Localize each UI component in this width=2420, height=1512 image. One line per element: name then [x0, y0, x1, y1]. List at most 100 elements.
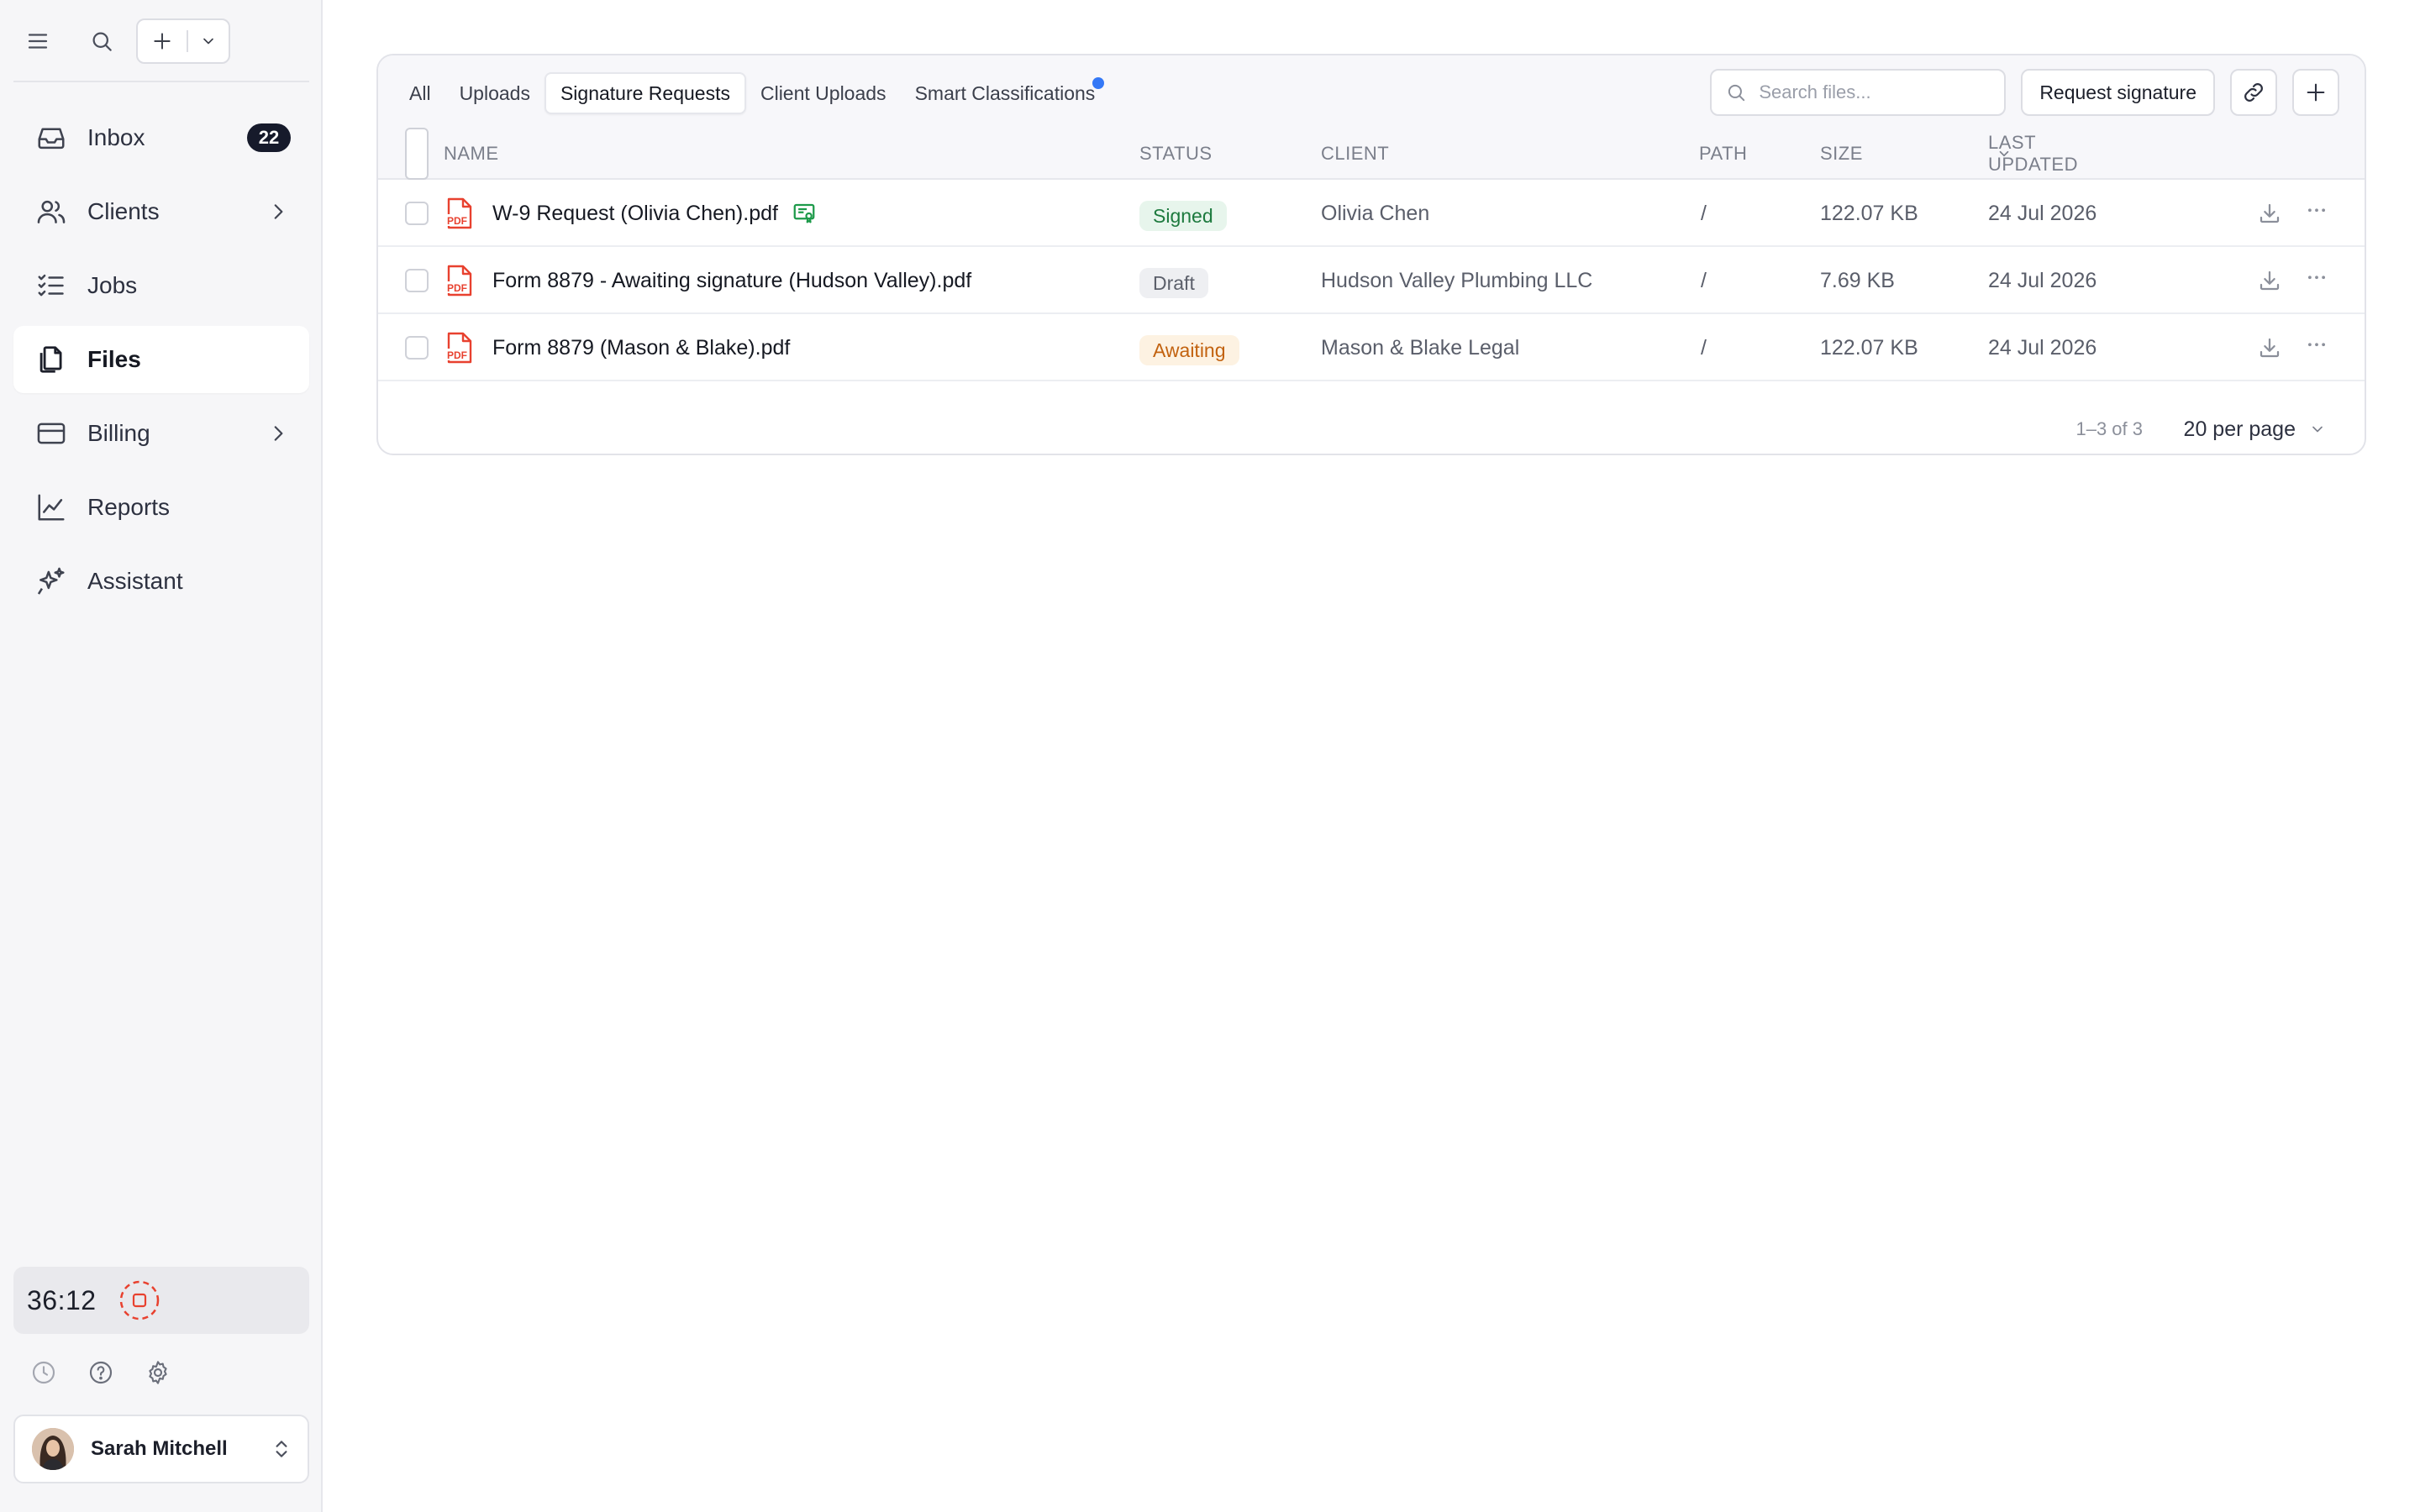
add-file-button[interactable] — [2292, 69, 2339, 116]
column-header-name[interactable]: NAME — [444, 128, 499, 180]
tab-all[interactable]: All — [395, 72, 445, 114]
sparkles-icon — [34, 564, 69, 599]
stop-icon — [119, 1280, 159, 1320]
per-page-value: 20 per page — [2183, 417, 2296, 441]
stop-timer-button[interactable] — [118, 1279, 160, 1321]
file-name[interactable]: W-9 Request (Olivia Chen).pdf — [492, 202, 778, 226]
sidebar-item-label: Assistant — [87, 568, 183, 594]
last-updated: 24 Jul 2026 — [1988, 268, 2097, 292]
sidebar-item-label: Billing — [87, 420, 150, 446]
file-size: 7.69 KB — [1820, 268, 1895, 292]
file-path: / — [1701, 268, 1707, 292]
sidebar-divider — [13, 81, 309, 82]
tab-label: Smart Classifications — [914, 81, 1096, 104]
table-row[interactable]: PDF W-9 Request (Olivia Chen).pdf Signed… — [378, 180, 2365, 247]
create-split-button — [136, 18, 230, 64]
row-checkbox[interactable] — [405, 336, 429, 360]
more-actions-button[interactable] — [2304, 314, 2329, 381]
column-header-client[interactable]: CLIENT — [1321, 128, 1389, 180]
pdf-file-icon: PDF — [445, 314, 474, 381]
last-updated: 24 Jul 2026 — [1988, 201, 2097, 225]
tab-uploads[interactable]: Uploads — [445, 72, 544, 114]
sidebar-item-assistant[interactable]: Assistant — [13, 548, 309, 615]
sidebar-item-inbox[interactable]: Inbox 22 — [13, 104, 309, 171]
search-box — [1710, 69, 2007, 116]
table-header: NAME STATUS CLIENT PATH SIZE LAST UPDATE… — [378, 128, 2365, 180]
chevron-down-icon — [2312, 426, 2323, 433]
more-actions-button[interactable] — [2304, 180, 2329, 247]
sidebar-item-label: Clients — [87, 198, 160, 224]
pdf-file-icon: PDF — [445, 247, 474, 314]
chart-line-icon — [34, 490, 69, 525]
table-row[interactable]: PDF Form 8879 (Mason & Blake).pdf Awaiti… — [378, 314, 2365, 381]
svg-text:PDF: PDF — [447, 215, 467, 227]
checklist-icon — [34, 268, 69, 303]
download-button[interactable] — [2257, 247, 2282, 314]
svg-text:PDF: PDF — [447, 282, 467, 294]
status-badge: Draft — [1139, 268, 1208, 298]
search-icon — [92, 32, 112, 51]
settings-button[interactable] — [139, 1354, 176, 1391]
tab-signature-requests[interactable]: Signature Requests — [544, 72, 746, 114]
client-name: Hudson Valley Plumbing LLC — [1321, 268, 1593, 292]
column-header-last-updated[interactable]: LAST UPDATED — [1988, 128, 2078, 180]
tab-smart-classifications[interactable]: Smart Classifications — [901, 72, 1110, 114]
table-pagination: 1–3 of 3 20 per page — [378, 403, 2365, 454]
sidebar-item-files[interactable]: Files — [13, 326, 309, 393]
sidebar-item-billing[interactable]: Billing — [13, 400, 309, 467]
copy-link-button[interactable] — [2230, 69, 2277, 116]
row-checkbox[interactable] — [405, 269, 429, 292]
table-row[interactable]: PDF Form 8879 - Awaiting signature (Huds… — [378, 247, 2365, 314]
download-button[interactable] — [2257, 180, 2282, 247]
users-icon — [34, 194, 69, 229]
column-header-path[interactable]: PATH — [1699, 128, 1747, 180]
more-horizontal-icon — [2308, 276, 2325, 280]
client-name: Mason & Blake Legal — [1321, 335, 1520, 360]
tab-client-uploads[interactable]: Client Uploads — [746, 72, 901, 114]
create-dropdown-button[interactable] — [188, 20, 229, 62]
menu-toggle-button[interactable] — [13, 17, 62, 66]
time-tracker: 36:12 — [13, 1267, 309, 1334]
search-button[interactable] — [77, 17, 126, 66]
sidebar-item-label: Jobs — [87, 272, 138, 298]
file-name[interactable]: Form 8879 - Awaiting signature (Hudson V… — [492, 269, 971, 293]
request-signature-button[interactable]: Request signature — [2021, 69, 2215, 116]
chevron-up-down-icon — [271, 1438, 292, 1460]
create-button[interactable] — [138, 20, 187, 62]
more-horizontal-icon — [2308, 208, 2325, 213]
row-checkbox[interactable] — [405, 202, 429, 225]
file-path: / — [1701, 335, 1707, 360]
sidebar-toolbar — [13, 13, 309, 69]
file-size: 122.07 KB — [1820, 201, 1918, 225]
column-header-size[interactable]: SIZE — [1820, 128, 1863, 180]
file-path: / — [1701, 201, 1707, 225]
download-icon — [2260, 338, 2280, 358]
chevron-down-icon — [203, 38, 213, 45]
sidebar-item-jobs[interactable]: Jobs — [13, 252, 309, 319]
user-name: Sarah Mitchell — [91, 1437, 228, 1460]
select-all-checkbox[interactable] — [405, 128, 429, 180]
credit-card-icon — [34, 416, 69, 451]
file-name[interactable]: Form 8879 (Mason & Blake).pdf — [492, 336, 790, 360]
sidebar-item-reports[interactable]: Reports — [13, 474, 309, 541]
plus-icon — [154, 33, 171, 50]
column-header-status[interactable]: STATUS — [1139, 128, 1213, 180]
sidebar-item-clients[interactable]: Clients — [13, 178, 309, 245]
search-input[interactable] — [1759, 81, 1995, 103]
client-name: Olivia Chen — [1321, 201, 1430, 225]
user-menu[interactable]: Sarah Mitchell — [13, 1415, 309, 1483]
status-badge: Awaiting — [1139, 335, 1239, 365]
column-header-label: LAST UPDATED — [1988, 132, 2078, 175]
download-icon — [2260, 203, 2280, 223]
gear-icon — [149, 1361, 167, 1384]
per-page-select[interactable]: 20 per page — [2183, 403, 2326, 454]
files-panel-header: All Uploads Signature Requests Client Up… — [378, 55, 2365, 180]
inbox-count-badge: 22 — [247, 123, 291, 152]
help-button[interactable] — [82, 1354, 119, 1391]
sidebar-nav: Inbox 22 Clients Jobs Files Billing Repo… — [13, 104, 309, 622]
download-button[interactable] — [2257, 314, 2282, 381]
history-button[interactable] — [25, 1354, 62, 1391]
more-actions-button[interactable] — [2304, 247, 2329, 314]
download-icon — [2260, 270, 2280, 291]
chevron-right-icon — [266, 421, 291, 446]
